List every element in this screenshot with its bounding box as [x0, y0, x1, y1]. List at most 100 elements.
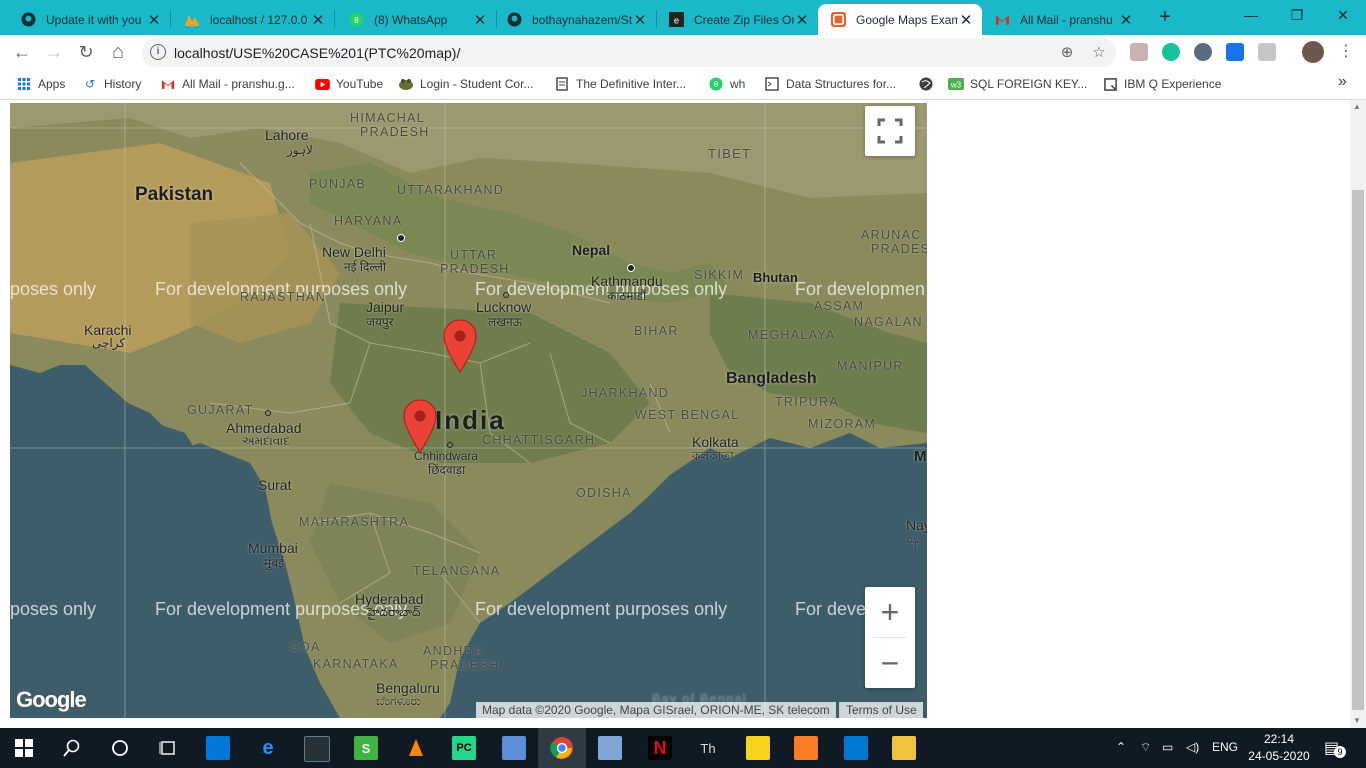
cortana-icon[interactable]: [108, 736, 132, 760]
bookmark-gmail[interactable]: All Mail - pranshu.g...: [160, 76, 295, 92]
region-label: MEGHALAYA: [748, 328, 836, 342]
store-icon[interactable]: [206, 736, 230, 760]
cast-extension-icon[interactable]: [1258, 43, 1276, 61]
bookmark-sql-foreign-key[interactable]: w3 SQL FOREIGN KEY...: [948, 76, 1087, 92]
fullscreen-button[interactable]: [865, 106, 915, 156]
new-tab-button[interactable]: +: [1155, 6, 1175, 28]
close-tab-icon[interactable]: ✕: [1118, 11, 1134, 29]
tab-github-2[interactable]: bothaynahazem/St ✕: [494, 4, 656, 35]
forward-button[interactable]: →: [42, 40, 66, 64]
close-tab-icon[interactable]: ✕: [958, 11, 974, 29]
menu-kebab-icon[interactable]: ⋮: [1334, 40, 1358, 64]
bookmarks-overflow-button[interactable]: »: [1338, 73, 1347, 91]
tab-phpmyadmin[interactable]: localhost / 127.0.0 ✕: [172, 4, 334, 35]
vscode-icon[interactable]: [844, 736, 868, 760]
reload-button[interactable]: ↻: [74, 40, 98, 64]
tab-ezyzip[interactable]: e Create Zip Files Or ✕: [656, 4, 818, 35]
close-tab-icon[interactable]: ✕: [632, 11, 648, 29]
city-label: Lucknow लखनऊ: [476, 299, 532, 329]
map-marker-chhindwara[interactable]: [403, 399, 437, 453]
google-map[interactable]: poses only For development purposes only…: [10, 103, 927, 718]
zoom-in-button[interactable]: +: [865, 587, 915, 637]
chrome-icon[interactable]: [538, 728, 586, 768]
region-label: TELANGANA: [413, 564, 501, 578]
info-icon[interactable]: i: [150, 44, 166, 60]
volume-icon[interactable]: ◁): [1186, 740, 1199, 754]
address-bar[interactable]: i localhost/USE%20CASE%201(PTC%20map)/ ⊕…: [142, 38, 1116, 67]
map-watermark: poses only: [10, 279, 97, 299]
region-label: MAHARASHTRA: [299, 515, 410, 529]
region-label: TIBET: [708, 146, 752, 161]
mysql-icon[interactable]: [304, 736, 330, 762]
city-label: Kathmandu काठमाडौं: [591, 273, 663, 303]
search-icon[interactable]: [60, 736, 84, 760]
country-label: Bhutan: [753, 270, 798, 285]
restore-button[interactable]: ❐: [1274, 0, 1320, 30]
close-tab-icon[interactable]: ✕: [472, 11, 488, 29]
grammarly-icon[interactable]: [1162, 43, 1180, 61]
typora-icon[interactable]: Th: [696, 736, 720, 760]
svg-text:8: 8: [354, 15, 359, 25]
zoom-out-button[interactable]: −: [865, 638, 915, 688]
close-tab-icon[interactable]: ✕: [794, 11, 810, 29]
tab-whatsapp[interactable]: 8 (8) WhatsApp ✕: [336, 4, 496, 35]
tab-google-maps[interactable]: Google Maps Exam ✕: [818, 4, 982, 35]
remote-icon[interactable]: [598, 736, 622, 760]
scrollbar-thumb[interactable]: [1352, 190, 1364, 710]
scroll-up-icon[interactable]: ▲: [1353, 102, 1361, 111]
s-extension-icon[interactable]: [1226, 43, 1244, 61]
cursor-extension-icon[interactable]: [1194, 43, 1212, 61]
clock[interactable]: 22:14 24-05-2020: [1244, 731, 1314, 765]
battery-icon[interactable]: ▭: [1162, 740, 1173, 754]
tab-github-1[interactable]: Update it with you ✕: [8, 4, 170, 35]
start-icon[interactable]: [12, 736, 36, 760]
region-label: WEST BENGAL: [635, 408, 740, 422]
close-tab-icon[interactable]: ✕: [310, 11, 326, 29]
back-button[interactable]: ←: [10, 40, 34, 64]
close-tab-icon[interactable]: ✕: [146, 11, 162, 29]
edge-icon[interactable]: e: [256, 736, 280, 760]
bookmark-globe[interactable]: [918, 76, 940, 92]
pdf-extension-icon[interactable]: [1130, 43, 1148, 61]
bookmark-whatsapp[interactable]: 8 wh: [708, 76, 745, 92]
bookmark-ibm-q[interactable]: IBM Q Experience: [1102, 76, 1221, 92]
bookmark-history[interactable]: ↺ History: [82, 76, 141, 92]
vlc-icon[interactable]: [404, 736, 428, 760]
profile-avatar[interactable]: [1302, 41, 1324, 63]
bookmark-student-corner[interactable]: Login - Student Cor...: [398, 76, 533, 92]
zoom-icon[interactable]: ⊕: [1058, 44, 1076, 62]
xampp-icon[interactable]: [794, 736, 818, 760]
close-window-button[interactable]: ✕: [1320, 0, 1366, 30]
explorer-icon[interactable]: [892, 736, 916, 760]
terms-of-use-link[interactable]: Terms of Use: [839, 702, 923, 718]
tab-gmail[interactable]: All Mail - pranshu ✕: [982, 4, 1142, 35]
bookmark-youtube[interactable]: YouTube: [314, 76, 383, 92]
netflix-icon[interactable]: N: [648, 736, 672, 760]
pycharm-icon[interactable]: PC: [452, 736, 476, 760]
history-icon: ↺: [84, 77, 96, 91]
gmail-icon: [160, 76, 176, 92]
wifi-icon[interactable]: ⌔: [1140, 740, 1151, 755]
scroll-down-icon[interactable]: ▼: [1353, 716, 1361, 725]
sublime-icon[interactable]: S: [354, 736, 378, 760]
task-view-icon[interactable]: [156, 736, 180, 760]
tray-overflow-icon[interactable]: ⌃: [1116, 740, 1126, 754]
bookmark-apps[interactable]: Apps: [16, 76, 65, 92]
desktop-icon[interactable]: [502, 736, 526, 760]
minimize-button[interactable]: —: [1228, 0, 1274, 30]
bookmark-star-icon[interactable]: ☆: [1090, 44, 1108, 62]
map-marker-north[interactable]: [443, 319, 477, 373]
region-label: BIHAR: [634, 324, 679, 338]
page-scrollbar[interactable]: ▲ ▼: [1350, 100, 1366, 728]
map-watermark: poses only: [10, 599, 97, 619]
map-watermark: For development purposes only: [475, 599, 728, 619]
language-indicator[interactable]: ENG: [1212, 740, 1238, 754]
home-button[interactable]: ⌂: [106, 40, 130, 64]
region-label: PRADES: [871, 242, 927, 256]
sticky-notes-icon[interactable]: [746, 736, 770, 760]
bookmark-data-structures[interactable]: Data Structures for...: [764, 76, 896, 92]
region-label: PUNJAB: [309, 177, 367, 191]
google-logo[interactable]: Google: [16, 687, 87, 713]
region-label: GOA: [289, 640, 321, 654]
bookmark-definitive[interactable]: The Definitive Inter...: [554, 76, 686, 92]
